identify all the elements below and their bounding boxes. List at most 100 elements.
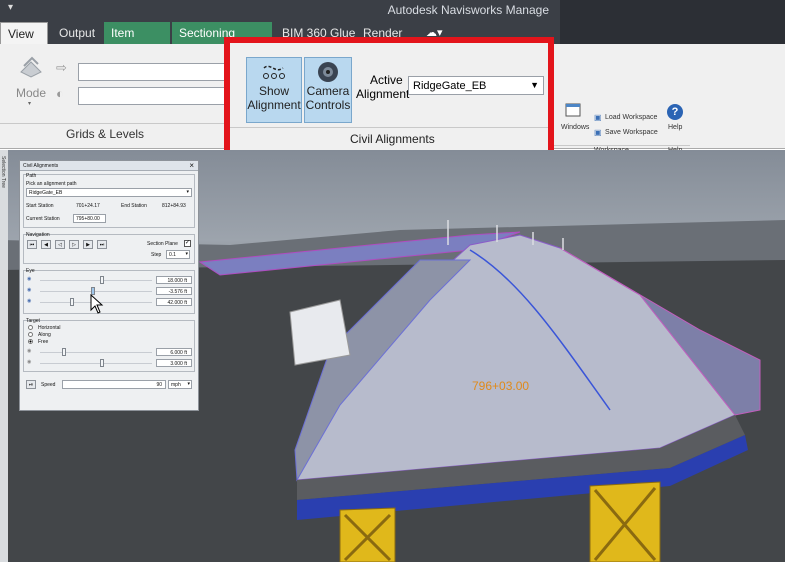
target-value-input-1[interactable]: 6.000 ft <box>156 348 192 356</box>
step-back-button[interactable]: ◀ <box>41 240 51 249</box>
eye-icon: ◉ <box>27 276 32 282</box>
grid-combo-2[interactable] <box>78 87 228 105</box>
speed-unit-select[interactable]: mph ▾ <box>168 380 192 389</box>
show-alignment-label-2: Alignment <box>247 98 301 112</box>
tab-output[interactable]: Output <box>52 22 102 44</box>
active-alignment-label-2: Alignment <box>356 87 410 101</box>
path-group-label: Path <box>26 173 37 179</box>
globe-icon[interactable]: ◐ <box>56 86 64 101</box>
chevron-down-icon: ▾ <box>186 189 189 195</box>
target-slider-thumb-1[interactable] <box>62 348 66 356</box>
selection-tree-side-tab[interactable]: Selection Tree <box>0 150 8 562</box>
show-alignment-button[interactable]: Show Alignment <box>246 57 302 123</box>
app-menu-icon[interactable]: ▾ <box>8 2 13 13</box>
eye-slider-track-2[interactable] <box>40 291 152 292</box>
first-station-button[interactable]: ⏮ <box>27 240 37 249</box>
tab-view[interactable]: View <box>0 22 48 44</box>
end-station-label: End Station <box>121 203 147 209</box>
windows-icon[interactable] <box>565 102 581 118</box>
help-label[interactable]: Help <box>668 124 682 131</box>
alignment-path-value: RidgeGate_EB <box>29 190 63 196</box>
target-group-label: Target <box>26 318 40 324</box>
panel-header: Civil Alignments × <box>20 161 198 171</box>
eye-slider-thumb-1[interactable] <box>100 276 104 284</box>
speed-input[interactable]: 90 <box>62 380 166 389</box>
target-value-input-2[interactable]: 3.000 ft <box>156 359 192 367</box>
target-free-label: Free <box>38 339 49 345</box>
active-alignment-label-1: Active <box>370 73 403 87</box>
target-horizontal-radio[interactable] <box>28 325 33 330</box>
navigation-group <box>23 234 195 264</box>
target-slider-track-2[interactable] <box>40 363 152 364</box>
mode-icon[interactable] <box>18 54 44 80</box>
step-forward-button[interactable]: ▶ <box>83 240 93 249</box>
eye-value-3: 42.000 ft <box>167 300 187 306</box>
next-frame-button[interactable]: ▷ <box>69 240 79 249</box>
show-alignment-label-1: Show <box>258 84 290 98</box>
start-station-label: Start Station <box>26 203 54 209</box>
grid-combo-1[interactable] <box>78 63 228 81</box>
save-workspace-label[interactable]: Save Workspace <box>605 129 658 136</box>
target-horizontal-label: Horizontal <box>38 325 61 331</box>
eye-group-label: Eye <box>26 268 35 274</box>
mode-dropdown-icon[interactable]: ▾ <box>28 100 31 107</box>
group-divider <box>230 127 548 128</box>
app-title: Autodesk Navisworks Manage <box>387 3 549 17</box>
load-workspace-icon[interactable]: ▣ <box>594 113 602 122</box>
target-along-label: Along <box>38 332 51 338</box>
chevron-down-icon: ▾ <box>185 251 188 257</box>
target-slider-thumb-2[interactable] <box>100 359 104 367</box>
target-icon: ◉ <box>27 359 32 365</box>
chevron-down-icon: ▼ <box>530 80 539 90</box>
last-station-button[interactable]: ⏭ <box>97 240 107 249</box>
station-label: 796+03.00 <box>472 379 529 393</box>
speed-value: 90 <box>156 382 162 388</box>
windows-label[interactable]: Windows <box>561 124 589 131</box>
eye-value-2: -3.576 ft <box>168 289 187 295</box>
prev-frame-button[interactable]: ◁ <box>55 240 65 249</box>
eye-slider-track-1[interactable] <box>40 280 152 281</box>
section-plane-checkbox[interactable]: ✓ <box>184 240 191 247</box>
target-along-radio[interactable] <box>28 332 33 337</box>
step-label: Step <box>151 252 162 258</box>
civil-alignments-panel: Civil Alignments × Path Pick an alignmen… <box>19 160 199 411</box>
eye-icon: ◉ <box>27 287 32 293</box>
eye-value-input-3[interactable]: 42.000 ft <box>156 298 192 306</box>
speed-label: Speed <box>41 382 56 388</box>
step-select[interactable]: 0.1 ▾ <box>166 250 190 259</box>
pier-left <box>339 507 396 562</box>
camera-controls-button[interactable]: Camera Controls <box>304 57 352 123</box>
panel-title: Civil Alignments <box>23 163 59 169</box>
alignment-path-select[interactable]: RidgeGate_EB ▾ <box>26 188 192 197</box>
target-icon: ◉ <box>27 348 32 354</box>
workspace-group-divider <box>554 145 690 146</box>
close-icon[interactable]: × <box>189 161 194 170</box>
eye-value-input-2[interactable]: -3.576 ft <box>156 287 192 295</box>
section-plane-label: Section Plane <box>147 241 178 247</box>
active-alignment-select[interactable]: RidgeGate_EB ▼ <box>408 76 544 95</box>
target-free-radio[interactable] <box>28 339 33 344</box>
tab-item-tools[interactable]: Item Tools <box>104 22 170 62</box>
selection-tree-label: Selection Tree <box>0 156 6 188</box>
camera-lens-icon <box>318 62 338 82</box>
navigation-group-label: Navigation <box>26 232 50 238</box>
target-value-1: 6.000 ft <box>170 350 187 356</box>
load-workspace-label[interactable]: Load Workspace <box>605 114 657 121</box>
show-alignment-icon <box>263 65 285 79</box>
active-alignment-value: RidgeGate_EB <box>413 80 487 92</box>
end-station-value: 812+84.93 <box>162 203 186 209</box>
chevron-down-icon: ▾ <box>187 381 190 387</box>
help-icon[interactable]: ? <box>667 104 683 120</box>
arrow-doc-icon[interactable]: ⇨ <box>56 60 67 76</box>
speed-unit: mph <box>171 382 181 388</box>
camera-controls-label-1: Camera <box>306 84 350 98</box>
eye-slider-thumb-3[interactable] <box>70 298 74 306</box>
eye-value-input-1[interactable]: 18.000 ft <box>156 276 192 284</box>
mode-label[interactable]: Mode <box>16 86 46 100</box>
target-slider-track-1[interactable] <box>40 352 152 353</box>
camera-controls-label-2: Controls <box>305 98 351 112</box>
current-station-input[interactable]: 795+80.00 <box>73 214 106 223</box>
eye-icon: ◉ <box>27 298 32 304</box>
play-pause-button[interactable]: ⏯ <box>26 380 36 389</box>
save-workspace-icon[interactable]: ▣ <box>594 128 602 137</box>
